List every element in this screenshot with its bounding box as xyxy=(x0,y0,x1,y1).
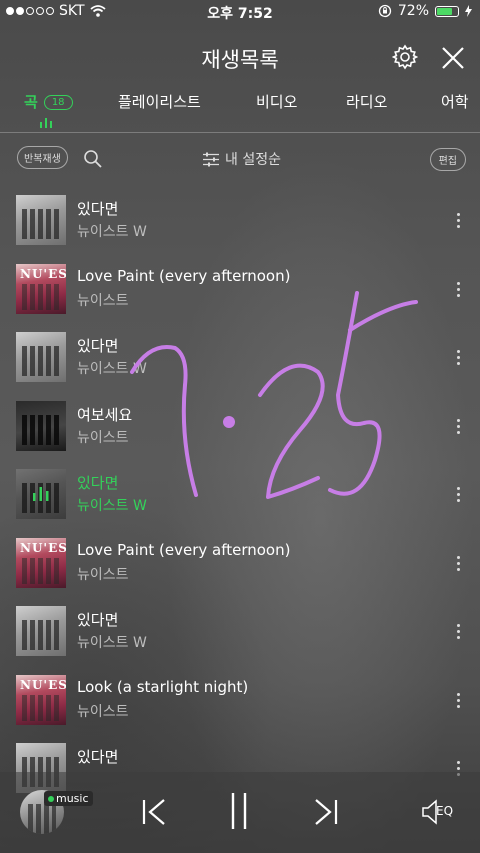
song-title: Love Paint (every afternoon) xyxy=(77,540,291,559)
song-title: 있다면 xyxy=(77,474,119,492)
album-art xyxy=(16,332,66,382)
next-track-icon[interactable] xyxy=(312,797,340,827)
sort-sliders-icon xyxy=(203,152,219,166)
song-artist: 뉴이스트 xyxy=(77,566,129,583)
status-bar: SKT 오후 7:52 72% xyxy=(0,0,480,24)
song-row[interactable]: NU'EST Love Paint (every afternoon) 뉴이스트 xyxy=(0,255,480,324)
tab-playlist[interactable]: 플레이리스트 xyxy=(118,91,201,112)
song-row[interactable]: 여보세요 뉴이스트 xyxy=(0,392,480,461)
edit-button[interactable]: 편집 xyxy=(429,148,466,171)
music-badge: music xyxy=(44,791,93,806)
eq-button[interactable]: EQ xyxy=(420,798,462,826)
album-art xyxy=(16,195,66,245)
pause-icon[interactable] xyxy=(226,791,252,831)
orientation-lock-icon xyxy=(378,4,392,18)
eq-label: EQ xyxy=(436,804,454,818)
more-options-icon[interactable] xyxy=(457,555,461,572)
more-options-icon[interactable] xyxy=(457,281,461,298)
tab-songs[interactable]: 곡 18 xyxy=(24,91,73,112)
song-title: 여보세요 xyxy=(77,405,133,424)
song-artist: 뉴이스트 xyxy=(77,429,129,446)
mini-player: music EQ xyxy=(0,772,480,853)
album-art xyxy=(16,400,66,451)
battery-percent: 72% xyxy=(397,3,429,19)
album-art xyxy=(16,606,66,656)
more-options-icon[interactable] xyxy=(457,624,461,640)
close-icon[interactable] xyxy=(441,46,465,70)
song-title: Look (a starlight night) xyxy=(77,677,249,696)
song-row[interactable]: NU'EST Love Paint (every afternoon) 뉴이스트 xyxy=(0,529,480,598)
list-toolbar: 반복재생 내 설정순 편집 xyxy=(0,146,480,172)
album-art: NU'EST xyxy=(16,674,66,725)
previous-track-icon[interactable] xyxy=(140,797,168,827)
sort-button[interactable]: 내 설정순 xyxy=(203,149,281,169)
active-tab-equalizer-icon xyxy=(40,118,52,128)
song-title: 있다면 xyxy=(77,337,119,355)
tab-divider xyxy=(0,132,480,133)
sort-label: 내 설정순 xyxy=(225,152,281,168)
song-row[interactable]: 있다면 뉴이스트 W xyxy=(0,597,480,666)
more-options-icon[interactable] xyxy=(457,692,461,709)
song-title: 있다면 xyxy=(77,748,119,766)
search-icon[interactable] xyxy=(83,149,103,169)
tab-radio[interactable]: 라디오 xyxy=(346,91,387,112)
album-art: NU'EST xyxy=(16,537,66,588)
more-options-icon[interactable] xyxy=(457,418,461,435)
album-art xyxy=(16,469,66,519)
tab-bar: 곡 18 플레이리스트 비디오 라디오 어학 xyxy=(0,91,480,113)
song-row-now-playing[interactable]: 있다면 뉴이스트 W xyxy=(0,460,480,529)
settings-gear-icon[interactable] xyxy=(392,44,418,70)
tab-language[interactable]: 어학 xyxy=(441,91,469,112)
charging-icon xyxy=(465,5,472,17)
album-art: NU'EST xyxy=(16,263,66,314)
song-count-badge: 18 xyxy=(43,95,73,110)
song-artist: 뉴이스트 W xyxy=(77,224,147,240)
song-row[interactable]: 있다면 뉴이스트 W xyxy=(0,186,480,255)
song-row[interactable]: NU'EST Look (a starlight night) 뉴이스트 xyxy=(0,666,480,735)
song-row[interactable]: 있다면 뉴이스트 W xyxy=(0,323,480,392)
more-options-icon[interactable] xyxy=(457,213,461,229)
song-artist: 뉴이스트 W xyxy=(77,498,147,514)
song-artist: 뉴이스트 W xyxy=(77,361,147,377)
song-title: 있다면 xyxy=(77,611,119,629)
song-title: 있다면 xyxy=(77,200,119,218)
now-playing-equalizer-icon xyxy=(33,487,49,501)
song-artist: 뉴이스트 xyxy=(77,703,129,720)
more-options-icon[interactable] xyxy=(457,350,461,366)
more-options-icon[interactable] xyxy=(457,487,461,503)
song-list: 있다면 뉴이스트 W NU'EST Love Paint (every afte… xyxy=(0,186,480,803)
song-artist: 뉴이스트 xyxy=(77,292,129,309)
song-artist: 뉴이스트 W xyxy=(77,635,147,651)
tab-video[interactable]: 비디오 xyxy=(256,91,297,112)
song-title: Love Paint (every afternoon) xyxy=(77,266,291,285)
repeat-button[interactable]: 반복재생 xyxy=(17,146,68,169)
battery-icon xyxy=(435,5,459,17)
